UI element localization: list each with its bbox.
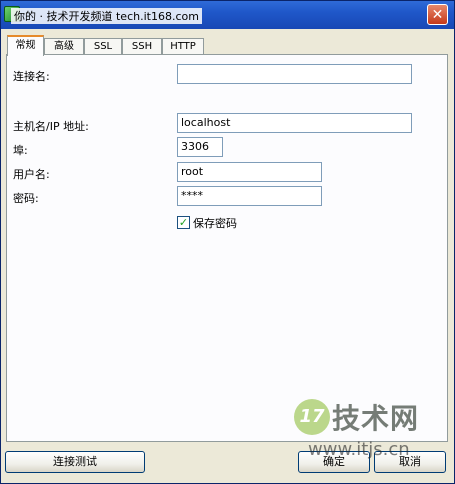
tab-http[interactable]: HTTP xyxy=(162,38,204,55)
password-label: 密码: xyxy=(13,192,39,205)
title-bar[interactable]: 你的 · 技术开发频道 tech.it168.com ✕ xyxy=(1,1,454,29)
tab-ssh[interactable]: SSH xyxy=(122,38,162,55)
connection-name-input[interactable] xyxy=(177,64,412,84)
tab-ssl[interactable]: SSL xyxy=(84,38,122,55)
port-input[interactable]: 3306 xyxy=(177,137,223,157)
user-label: 用户名: xyxy=(13,168,50,181)
window-title: 你的 · 技术开发频道 tech.it168.com xyxy=(11,8,202,24)
connection-name-label: 连接名: xyxy=(13,70,50,83)
tab-general[interactable]: 常规 xyxy=(7,35,44,56)
user-input[interactable]: root xyxy=(177,162,322,182)
password-input[interactable]: **** xyxy=(177,186,322,206)
test-connection-button[interactable]: 连接测试 xyxy=(5,451,145,473)
host-input[interactable]: localhost xyxy=(177,113,412,133)
cancel-button[interactable]: 取消 xyxy=(374,451,446,473)
close-button[interactable]: ✕ xyxy=(427,4,448,25)
save-password-label[interactable]: 保存密码 xyxy=(193,215,237,231)
port-label: 埠: xyxy=(13,144,28,157)
tab-advanced[interactable]: 高级 xyxy=(44,38,84,55)
host-label: 主机名/IP 地址: xyxy=(13,120,89,133)
save-password-checkbox[interactable]: ✓ xyxy=(177,216,190,229)
connection-dialog: 你的 · 技术开发频道 tech.it168.com ✕ 常规 高级 SSL S… xyxy=(0,0,455,484)
general-panel: 连接名: 主机名/IP 地址: localhost 埠: 3306 用户名: r… xyxy=(6,54,448,442)
ok-button[interactable]: 确定 xyxy=(298,451,370,473)
